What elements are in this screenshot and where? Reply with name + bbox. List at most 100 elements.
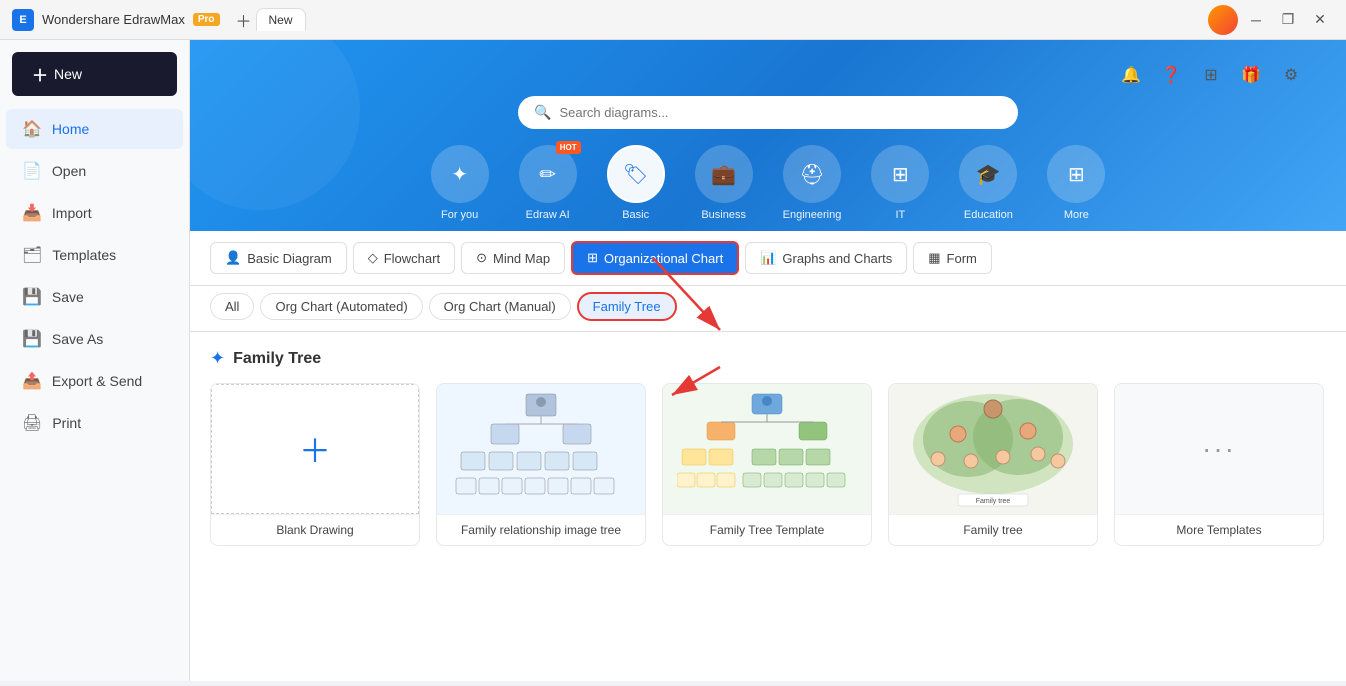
- family-template-thumb: [663, 384, 871, 514]
- sub-tab-mind-map-label: Mind Map: [493, 251, 550, 266]
- open-icon: 📄: [22, 161, 42, 181]
- export-icon: 📤: [22, 371, 42, 391]
- cat-circle-education: 🎓: [959, 145, 1017, 203]
- sub-tab-form[interactable]: ▦ Form: [913, 242, 992, 274]
- titlebar: E Wondershare EdrawMax Pro ＋ New ─ ❐ ✕: [0, 0, 1346, 40]
- sidebar-item-save[interactable]: 💾 Save: [6, 277, 183, 317]
- app-body: ＋ New 🏠 Home 📄 Open 📥 Import 🗂 Templates…: [0, 40, 1346, 681]
- main-content: 🔔 ❓ ⊞ 🎁 ⚙ 🔍 ✦ For you: [190, 40, 1346, 681]
- cat-circle-business: 💼: [695, 145, 753, 203]
- new-button[interactable]: ＋ New: [12, 52, 177, 96]
- filter-tab-family-tree[interactable]: Family Tree: [577, 292, 677, 321]
- template-label-family-template: Family Tree Template: [663, 514, 871, 545]
- sidebar-label-import: Import: [52, 205, 92, 221]
- sidebar: ＋ New 🏠 Home 📄 Open 📥 Import 🗂 Templates…: [0, 40, 190, 681]
- template-card-family-img[interactable]: Family relationship image tree: [436, 383, 646, 546]
- logo-icon: E: [12, 9, 34, 31]
- more-dots-icon: ···: [1202, 433, 1236, 465]
- title-tab[interactable]: New: [256, 8, 306, 31]
- filter-tabs-area: All Org Chart (Automated) Org Chart (Man…: [190, 286, 1346, 332]
- sub-tab-org-chart[interactable]: ⊞ Organizational Chart: [571, 241, 739, 275]
- sub-tabs-area: 👤 Basic Diagram ◇ Flowchart ⊙ Mind Map ⊞…: [190, 231, 1346, 286]
- templates-area: ✦ Family Tree ＋ Blank Drawing: [190, 332, 1346, 681]
- sidebar-item-home[interactable]: 🏠 Home: [6, 109, 183, 149]
- sidebar-item-print[interactable]: 🖨 Print: [6, 403, 183, 443]
- filter-tabs: All Org Chart (Automated) Org Chart (Man…: [210, 292, 1326, 321]
- sub-tab-graphs[interactable]: 📊 Graphs and Charts: [745, 242, 907, 274]
- cat-label-education: Education: [964, 209, 1013, 221]
- filter-tab-family-tree-label: Family Tree: [593, 299, 661, 314]
- sidebar-item-save-as[interactable]: 💾 Save As: [6, 319, 183, 359]
- sidebar-item-open[interactable]: 📄 Open: [6, 151, 183, 191]
- family-img-svg: [451, 389, 631, 509]
- close-button[interactable]: ✕: [1306, 6, 1334, 34]
- templates-icon: 🗂: [22, 245, 42, 265]
- pro-badge: Pro: [193, 13, 220, 26]
- cat-for-you[interactable]: ✦ For you: [431, 145, 489, 221]
- sidebar-label-home: Home: [52, 121, 89, 137]
- sub-tab-form-label: Form: [947, 251, 977, 266]
- sub-tab-flowchart[interactable]: ◇ Flowchart: [353, 242, 455, 274]
- filter-tab-org-manual[interactable]: Org Chart (Manual): [429, 293, 571, 320]
- cat-circle-basic: 🏷: [607, 145, 665, 203]
- flowchart-icon: ◇: [368, 250, 378, 266]
- filter-tab-org-automated[interactable]: Org Chart (Automated): [260, 293, 422, 320]
- sidebar-item-templates[interactable]: 🗂 Templates: [6, 235, 183, 275]
- sub-tab-basic-diagram[interactable]: 👤 Basic Diagram: [210, 242, 347, 274]
- avatar[interactable]: [1208, 5, 1238, 35]
- filter-tab-org-automated-label: Org Chart (Automated): [275, 299, 407, 314]
- cat-circle-engineering: ⛑: [783, 145, 841, 203]
- sidebar-label-templates: Templates: [52, 247, 116, 263]
- filter-tab-all[interactable]: All: [210, 293, 254, 320]
- sidebar-label-export: Export & Send: [52, 373, 142, 389]
- search-input[interactable]: [559, 105, 1002, 120]
- gift-icon[interactable]: 🎁: [1236, 60, 1266, 90]
- cat-engineering[interactable]: ⛑ Engineering: [783, 145, 842, 221]
- family-tree-thumb: Family tree: [889, 384, 1097, 514]
- cat-circle-more: ⊞: [1047, 145, 1105, 203]
- sidebar-item-export[interactable]: 📤 Export & Send: [6, 361, 183, 401]
- cat-edraw-ai[interactable]: ✏ HOT Edraw AI: [519, 145, 577, 221]
- maximize-button[interactable]: ❐: [1274, 6, 1302, 34]
- section-title: Family Tree: [233, 350, 321, 368]
- template-card-family-template[interactable]: Family Tree Template: [662, 383, 872, 546]
- minimize-button[interactable]: ─: [1242, 6, 1270, 34]
- family-template-svg: [677, 389, 857, 509]
- filter-tab-all-label: All: [225, 299, 239, 314]
- plus-icon: ＋: [32, 62, 48, 86]
- notification-icon[interactable]: 🔔: [1116, 60, 1146, 90]
- cat-circle-it: ⊞: [871, 145, 929, 203]
- cat-label-basic: Basic: [622, 209, 649, 221]
- help-icon[interactable]: ❓: [1156, 60, 1186, 90]
- cat-basic[interactable]: 🏷 Basic: [607, 145, 665, 221]
- cat-label-for-you: For you: [441, 209, 478, 221]
- template-card-family-tree[interactable]: Family tree Family tree: [888, 383, 1098, 546]
- sub-tab-mind-map[interactable]: ⊙ Mind Map: [461, 242, 565, 274]
- cat-education[interactable]: 🎓 Education: [959, 145, 1017, 221]
- hot-badge: HOT: [556, 141, 581, 154]
- templates-grid: ＋ Blank Drawing: [210, 383, 1326, 546]
- app-logo: E Wondershare EdrawMax Pro: [12, 9, 220, 31]
- cat-it[interactable]: ⊞ IT: [871, 145, 929, 221]
- grid-icon[interactable]: ⊞: [1196, 60, 1226, 90]
- cat-business[interactable]: 💼 Business: [695, 145, 753, 221]
- import-icon: 📥: [22, 203, 42, 223]
- window-controls: ─ ❐ ✕: [1208, 5, 1334, 35]
- basic-diagram-icon: 👤: [225, 250, 241, 266]
- settings-icon[interactable]: ⚙: [1276, 60, 1306, 90]
- print-icon: 🖨: [22, 413, 42, 433]
- edraw-ai-icon: ✏: [539, 162, 556, 187]
- engineering-icon: ⛑: [799, 162, 824, 187]
- search-icon: 🔍: [534, 104, 551, 121]
- blank-plus-icon: ＋: [299, 426, 331, 472]
- cat-more[interactable]: ⊞ More: [1047, 145, 1105, 221]
- template-card-blank[interactable]: ＋ Blank Drawing: [210, 383, 420, 546]
- new-tab-button[interactable]: ＋: [232, 8, 256, 32]
- mind-map-icon: ⊙: [476, 250, 487, 266]
- blank-thumb: ＋: [211, 384, 419, 514]
- template-card-more[interactable]: ··· More Templates: [1114, 383, 1324, 546]
- sidebar-item-import[interactable]: 📥 Import: [6, 193, 183, 233]
- basic-icon: 🏷: [623, 162, 648, 187]
- template-label-blank: Blank Drawing: [211, 514, 419, 545]
- cat-label-engineering: Engineering: [783, 209, 842, 221]
